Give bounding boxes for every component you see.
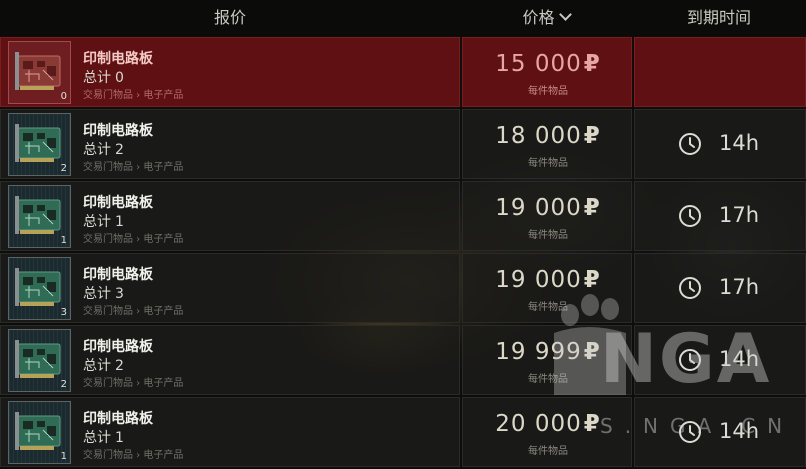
watermark-site-text: S.NGA.CN	[600, 414, 795, 438]
price-amount: 18 000	[495, 123, 582, 149]
offer-row[interactable]: 3 印制电路板 总计 3 交易门物品 › 电子产品 19 000₽ 每件物品 17…	[0, 253, 806, 325]
total-label: 总计	[83, 286, 111, 302]
total-label: 总计	[83, 430, 111, 446]
watermark-logo-text: NGA	[600, 320, 772, 399]
per-item-label: 每件物品	[528, 158, 568, 169]
item-total: 总计 3	[83, 283, 124, 303]
total-value: 0	[115, 70, 124, 86]
item-name[interactable]: 印制电路板	[83, 408, 153, 428]
ruble-icon: ₽	[583, 123, 601, 149]
item-thumbnail[interactable]: 2	[8, 329, 71, 392]
item-count: 1	[60, 451, 67, 462]
price-amount: 15 000	[495, 51, 582, 77]
item-name[interactable]: 印制电路板	[83, 336, 153, 356]
total-label: 总计	[83, 214, 111, 230]
chevron-down-icon	[558, 8, 572, 21]
item-category-breadcrumb: 交易门物品 › 电子产品	[83, 90, 184, 101]
total-value: 2	[115, 358, 124, 374]
total-label: 总计	[83, 70, 111, 86]
price-amount: 19 000	[495, 267, 582, 293]
price-value: 19 000₽	[463, 267, 633, 293]
item-count: 2	[60, 163, 67, 174]
total-value: 3	[115, 286, 124, 302]
offer-item-cell: 2 印制电路板 总计 2 交易门物品 › 电子产品	[0, 109, 460, 179]
offer-item-cell: 0 印制电路板 总计 0 交易门物品 › 电子产品	[0, 37, 460, 107]
item-category-breadcrumb: 交易门物品 › 电子产品	[83, 234, 184, 245]
item-thumbnail[interactable]: 0	[8, 41, 71, 104]
ruble-icon: ₽	[583, 195, 601, 221]
offer-item-cell: 1 印制电路板 总计 1 交易门物品 › 电子产品	[0, 181, 460, 251]
item-total: 总计 0	[83, 67, 124, 87]
price-value: 18 000₽	[463, 123, 633, 149]
offer-item-cell: 2 印制电路板 总计 2 交易门物品 › 电子产品	[0, 325, 460, 395]
item-name[interactable]: 印制电路板	[83, 264, 153, 284]
per-item-label: 每件物品	[528, 86, 568, 97]
total-value: 1	[115, 430, 124, 446]
item-name[interactable]: 印制电路板	[83, 48, 153, 68]
offer-expiration-cell	[634, 37, 806, 107]
per-item-label: 每件物品	[528, 446, 568, 457]
clock-icon	[679, 277, 701, 299]
item-count: 0	[60, 91, 67, 102]
item-count: 2	[60, 379, 67, 390]
expiration-time: 17h	[719, 275, 760, 299]
ruble-icon: ₽	[583, 51, 601, 77]
offer-expiration-cell: 14h	[634, 109, 806, 179]
offer-row[interactable]: 1 印制电路板 总计 1 交易门物品 › 电子产品 19 000₽ 每件物品 17…	[0, 181, 806, 253]
offers-table-header: 报价 价格 到期时间	[0, 0, 806, 36]
item-total: 总计 1	[83, 427, 124, 447]
total-label: 总计	[83, 142, 111, 158]
offer-price-cell: 18 000₽ 每件物品	[462, 109, 632, 179]
item-category-breadcrumb: 交易门物品 › 电子产品	[83, 162, 184, 173]
ruble-icon: ₽	[583, 267, 601, 293]
clock-icon	[679, 205, 701, 227]
item-name[interactable]: 印制电路板	[83, 120, 153, 140]
price-amount: 19 999	[495, 339, 582, 365]
offer-price-cell: 19 000₽ 每件物品	[462, 253, 632, 323]
total-value: 1	[115, 214, 124, 230]
offer-row[interactable]: 0 印制电路板 总计 0 交易门物品 › 电子产品 15 000₽ 每件物品	[0, 37, 806, 109]
ruble-icon: ₽	[583, 339, 601, 365]
total-value: 2	[115, 142, 124, 158]
expiration-time: 17h	[719, 203, 760, 227]
column-header-expiration[interactable]: 到期时间	[632, 0, 806, 36]
per-item-label: 每件物品	[528, 302, 568, 313]
item-count: 3	[60, 307, 67, 318]
item-thumbnail[interactable]: 2	[8, 113, 71, 176]
offer-price-cell: 15 000₽ 每件物品	[462, 37, 632, 107]
item-thumbnail[interactable]: 1	[8, 185, 71, 248]
column-header-price[interactable]: 价格	[460, 0, 632, 36]
expiration-time: 14h	[719, 131, 760, 155]
item-category-breadcrumb: 交易门物品 › 电子产品	[83, 378, 184, 389]
item-total: 总计 2	[83, 355, 124, 375]
price-amount: 19 000	[495, 195, 582, 221]
offer-price-cell: 19 000₽ 每件物品	[462, 181, 632, 251]
price-value: 15 000₽	[463, 51, 633, 77]
price-value: 19 000₽	[463, 195, 633, 221]
offer-expiration-cell: 17h	[634, 181, 806, 251]
offer-item-cell: 1 印制电路板 总计 1 交易门物品 › 电子产品	[0, 397, 460, 467]
item-total: 总计 1	[83, 211, 124, 231]
per-item-label: 每件物品	[528, 230, 568, 241]
item-category-breadcrumb: 交易门物品 › 电子产品	[83, 306, 184, 317]
item-thumbnail[interactable]: 1	[8, 401, 71, 464]
item-count: 1	[60, 235, 67, 246]
offer-expiration-cell: 17h	[634, 253, 806, 323]
item-total: 总计 2	[83, 139, 124, 159]
offers-list: 0 印制电路板 总计 0 交易门物品 › 电子产品 15 000₽ 每件物品 2 …	[0, 37, 806, 469]
price-amount: 20 000	[495, 411, 582, 437]
offer-item-cell: 3 印制电路板 总计 3 交易门物品 › 电子产品	[0, 253, 460, 323]
total-label: 总计	[83, 358, 111, 374]
item-category-breadcrumb: 交易门物品 › 电子产品	[83, 450, 184, 461]
column-header-offer[interactable]: 报价	[0, 0, 460, 36]
offer-row[interactable]: 2 印制电路板 总计 2 交易门物品 › 电子产品 18 000₽ 每件物品 14…	[0, 109, 806, 181]
clock-icon	[679, 133, 701, 155]
ruble-icon: ₽	[583, 411, 601, 437]
price-header-label: 价格	[522, 8, 555, 27]
item-name[interactable]: 印制电路板	[83, 192, 153, 212]
item-thumbnail[interactable]: 3	[8, 257, 71, 320]
